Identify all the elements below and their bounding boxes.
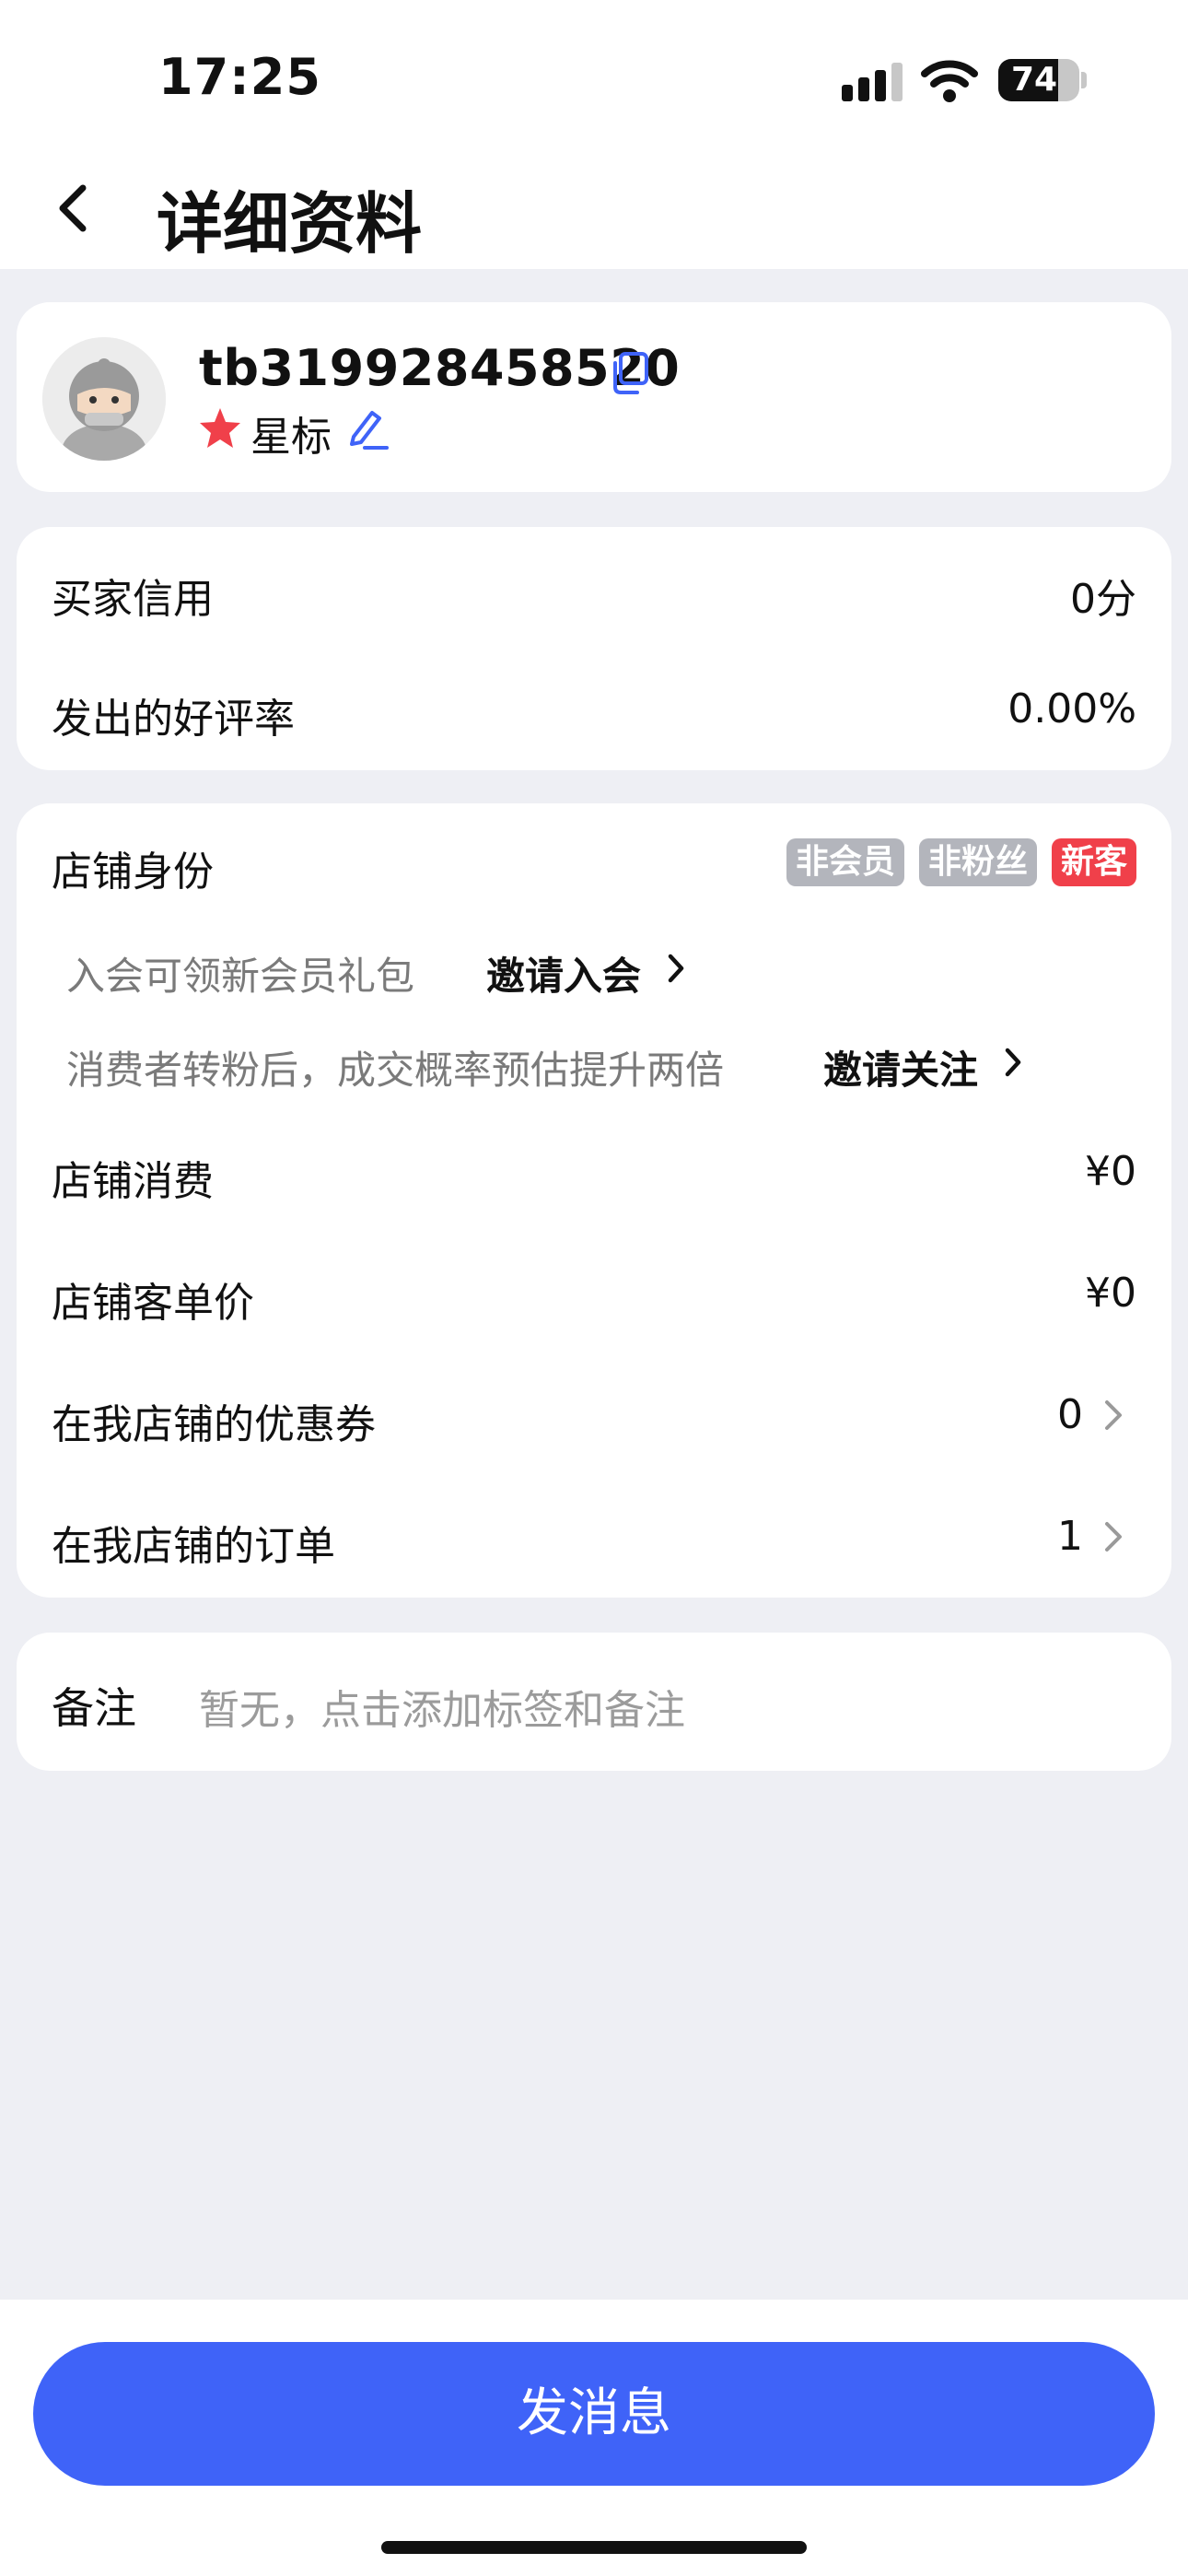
store-spending-value: ¥0 xyxy=(1085,1148,1136,1195)
store-spending-label: 店铺消费 xyxy=(52,1158,214,1205)
profile-card: tb319928458520 星标 xyxy=(17,302,1171,492)
buyer-credit-label: 买家信用 xyxy=(52,576,214,623)
chevron-right-icon[interactable] xyxy=(665,951,687,986)
avg-order-value: ¥0 xyxy=(1085,1270,1136,1317)
positive-rate-value: 0.00% xyxy=(1007,685,1136,732)
positive-rate-label: 发出的好评率 xyxy=(52,696,295,743)
edit-pencil-icon[interactable] xyxy=(344,405,390,451)
battery-icon: 74 xyxy=(998,59,1079,101)
star-icon[interactable] xyxy=(197,405,243,450)
invite-member-link[interactable]: 邀请入会 xyxy=(486,945,641,1001)
chevron-right-icon[interactable] xyxy=(1100,1395,1127,1435)
chevron-right-icon[interactable] xyxy=(1002,1045,1024,1080)
star-label[interactable]: 星标 xyxy=(250,404,332,463)
store-identity-label: 店铺身份 xyxy=(52,849,214,896)
tag-non-fan: 非粉丝 xyxy=(918,838,1037,886)
battery-terminal xyxy=(1081,72,1087,88)
status-time: 17:25 xyxy=(158,48,321,106)
wifi-icon xyxy=(921,60,978,102)
top-header: 17:25 74 详细资料 xyxy=(0,0,1188,269)
buyer-credit-value: 0分 xyxy=(1070,576,1136,623)
fan-hint-text: 消费者转粉后，成交概率预估提升两倍 xyxy=(66,1048,725,1093)
tag-non-member: 非会员 xyxy=(786,838,904,886)
note-label: 备注 xyxy=(52,1683,136,1733)
member-hint-text: 入会可领新会员礼包 xyxy=(66,954,415,999)
coupons-value[interactable]: 0 xyxy=(1057,1391,1083,1438)
chevron-right-icon[interactable] xyxy=(1100,1516,1127,1557)
home-indicator xyxy=(381,2541,807,2554)
store-identity-card: 店铺身份 非会员 非粉丝 新客 入会可领新会员礼包 邀请入会 消费者转粉后，成交… xyxy=(17,803,1171,1598)
battery-level: 74 xyxy=(1010,61,1058,99)
invite-follow-link[interactable]: 邀请关注 xyxy=(823,1039,978,1095)
avatar[interactable] xyxy=(42,337,166,461)
orders-value[interactable]: 1 xyxy=(1057,1513,1083,1560)
note-placeholder[interactable]: 暂无，点击添加标签和备注 xyxy=(199,1677,685,1736)
copy-icon[interactable] xyxy=(608,350,652,396)
avatar-image xyxy=(42,337,166,461)
identity-tags: 非会员 非粉丝 新客 xyxy=(786,838,1136,886)
page-title: 详细资料 xyxy=(157,185,423,263)
tag-new-customer: 新客 xyxy=(1051,838,1136,886)
coupons-label[interactable]: 在我店铺的优惠券 xyxy=(52,1391,376,1450)
orders-label[interactable]: 在我店铺的订单 xyxy=(52,1513,335,1572)
note-card[interactable]: 备注 暂无，点击添加标签和备注 xyxy=(17,1633,1171,1771)
credit-card: 买家信用 0分 发出的好评率 0.00% xyxy=(17,527,1171,770)
avg-order-label: 店铺客单价 xyxy=(52,1280,254,1327)
cellular-signal-icon xyxy=(842,61,904,101)
back-button[interactable] xyxy=(48,171,98,245)
send-message-button[interactable]: 发消息 xyxy=(33,2342,1155,2486)
